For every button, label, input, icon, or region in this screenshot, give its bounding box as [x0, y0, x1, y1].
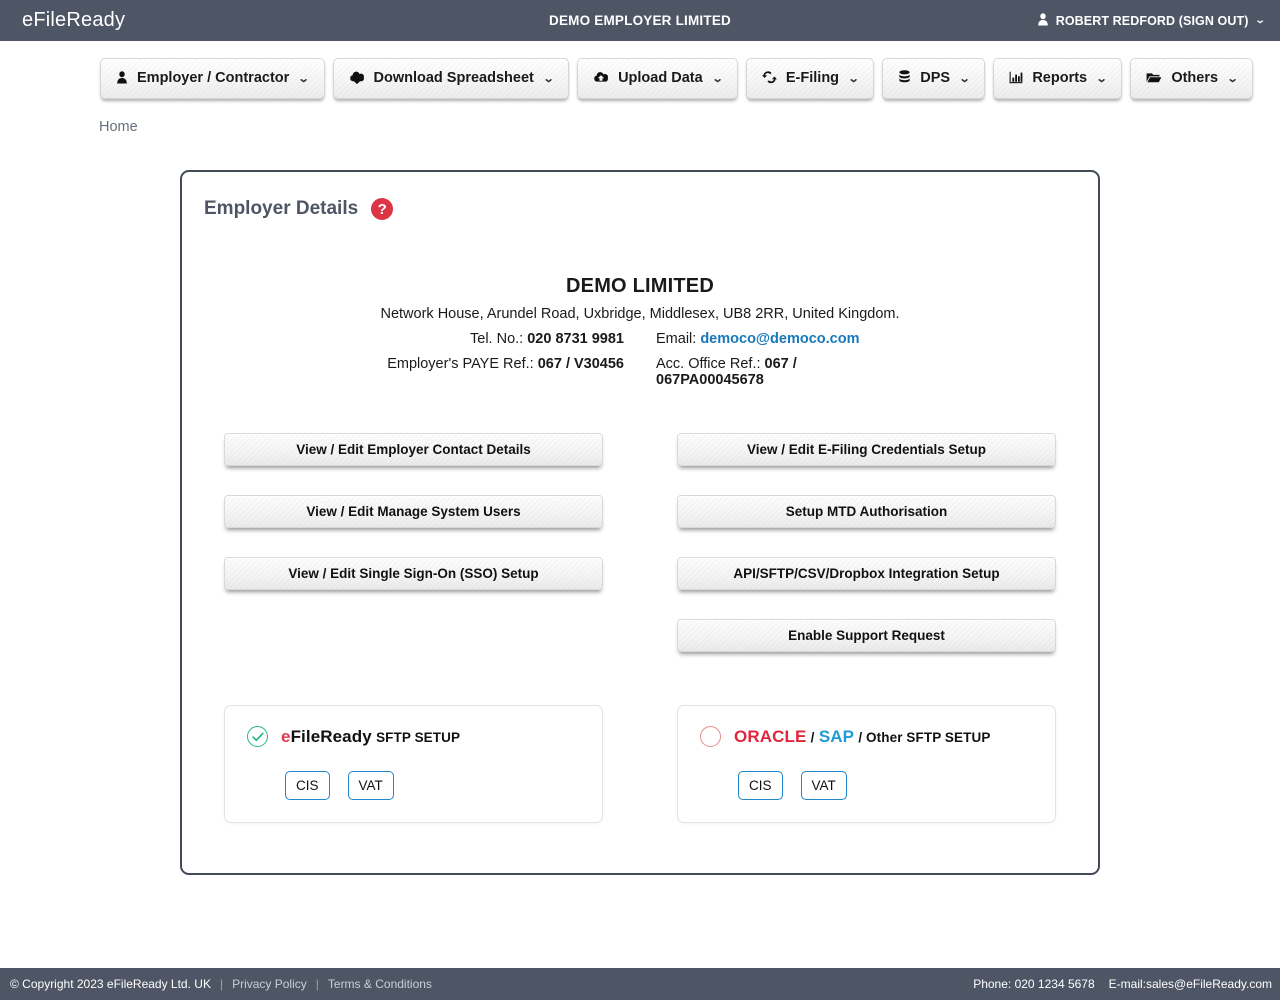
nav-label: Upload Data	[618, 70, 703, 86]
acc-office-ref-label: Acc. Office Ref.:	[656, 356, 761, 372]
footer-right: Phone: 020 1234 5678 E-mail:sales@eFileR…	[973, 977, 1272, 991]
card-title: eFileReady SFTP SETUP	[281, 727, 460, 747]
chevron-down-icon[interactable]: ⌄	[1254, 15, 1265, 26]
action-column-right: View / Edit E-Filing Credentials Setup S…	[677, 433, 1056, 652]
nav-label: Others	[1171, 70, 1219, 86]
nav-label: Download Spreadsheet	[373, 70, 534, 86]
page-footer: © Copyright 2023 eFileReady Ltd. UK | Pr…	[0, 968, 1280, 1000]
oracle-sap-other-sftp-setup-card[interactable]: ORACLE / SAP / Other SFTP SETUP CIS VAT	[677, 705, 1056, 823]
page-title-label: Employer Details	[204, 198, 359, 219]
card-header: ORACLE / SAP / Other SFTP SETUP	[700, 726, 1033, 747]
email-field: Email: democo@democo.com	[640, 331, 905, 347]
card-buttons: CIS VAT	[247, 771, 580, 800]
telephone-label: Tel. No.:	[470, 331, 524, 347]
sftp-setup-cards: eFileReady SFTP SETUP CIS VAT ORACLE / S…	[182, 705, 1098, 823]
nav-others[interactable]: Others ⌄	[1130, 57, 1254, 99]
main-navigation: Employer / Contractor ⌄ Download Spreads…	[0, 41, 1280, 103]
nav-label: DPS	[920, 70, 951, 86]
footer-email: E-mail:sales@eFileReady.com	[1108, 977, 1272, 991]
check-circle-icon[interactable]	[247, 726, 268, 747]
question-mark-icon[interactable]: ?	[371, 198, 394, 220]
user-menu[interactable]: ROBERT REDFORD (SIGN OUT) ⌄	[1037, 13, 1265, 28]
nav-upload-data[interactable]: Upload Data ⌄	[577, 57, 738, 99]
card-title-e: e	[281, 726, 291, 746]
chevron-down-icon: ⌄	[711, 72, 724, 85]
company-name: DEMO LIMITED	[566, 275, 714, 297]
footer-phone: Phone: 020 1234 5678	[973, 977, 1095, 991]
enable-support-request-button[interactable]: Enable Support Request	[677, 619, 1056, 652]
chevron-down-icon: ⌄	[1095, 72, 1108, 85]
chevron-down-icon: ⌄	[1226, 72, 1239, 85]
footer-left: © Copyright 2023 eFileReady Ltd. UK | Pr…	[10, 977, 432, 991]
email-label: Email:	[656, 331, 697, 347]
oracle-sap-vat-button[interactable]: VAT	[800, 771, 847, 800]
privacy-policy-link[interactable]: Privacy Policy	[232, 977, 307, 991]
api-sftp-csv-dropbox-integration-setup-button[interactable]: API/SFTP/CSV/Dropbox Integration Setup	[677, 557, 1056, 590]
nav-dps[interactable]: DPS ⌄	[882, 57, 986, 99]
view-edit-manage-system-users-button[interactable]: View / Edit Manage System Users	[224, 495, 603, 528]
card-title-sap: SAP	[818, 726, 855, 746]
chevron-down-icon: ⌄	[542, 72, 555, 85]
nav-reports[interactable]: Reports ⌄	[993, 57, 1123, 99]
card-buttons: CIS VAT	[700, 771, 1033, 800]
oracle-sap-cis-button[interactable]: CIS	[738, 771, 783, 800]
user-icon	[1037, 13, 1049, 28]
efileready-cis-button[interactable]: CIS	[285, 771, 330, 800]
nav-download-spreadsheet[interactable]: Download Spreadsheet ⌄	[332, 57, 570, 99]
copyright-text: © Copyright 2023 eFileReady Ltd. UK	[10, 977, 211, 991]
chevron-down-icon: ⌄	[297, 72, 310, 85]
efileready-vat-button[interactable]: VAT	[347, 771, 394, 800]
page-title: Employer Details ?	[182, 172, 1098, 220]
employer-details-panel: Employer Details ? DEMO LIMITED Network …	[180, 170, 1100, 875]
user-name-label: ROBERT REDFORD (SIGN OUT)	[1055, 13, 1249, 28]
exchange-arrows-icon	[761, 70, 777, 86]
setup-mtd-authorisation-button[interactable]: Setup MTD Authorisation	[677, 495, 1056, 528]
card-title-oracle: ORACLE	[734, 726, 807, 746]
company-refs-row: Employer's PAYE Ref.: 067 / V30456 Acc. …	[182, 356, 1098, 388]
footer-divider: |	[315, 977, 319, 991]
radio-unchecked-icon[interactable]	[700, 726, 721, 747]
chevron-down-icon: ⌄	[958, 72, 971, 85]
breadcrumb: Home	[0, 103, 1280, 135]
paye-ref-field: Employer's PAYE Ref.: 067 / V30456	[375, 356, 640, 388]
telephone-field: Tel. No.: 020 8731 9981	[375, 331, 640, 347]
breadcrumb-item-home[interactable]: Home	[99, 119, 138, 135]
card-title: ORACLE / SAP / Other SFTP SETUP	[734, 727, 990, 747]
chevron-down-icon: ⌄	[847, 72, 860, 85]
company-info: DEMO LIMITED Network House, Arundel Road…	[182, 275, 1098, 388]
database-icon	[898, 70, 911, 86]
card-title-suffix: / Other SFTP SETUP	[858, 729, 991, 745]
efileready-sftp-setup-card[interactable]: eFileReady SFTP SETUP CIS VAT	[224, 705, 603, 823]
company-address: Network House, Arundel Road, Uxbridge, M…	[380, 306, 900, 322]
cloud-download-icon	[349, 71, 365, 86]
acc-office-ref-field: Acc. Office Ref.: 067 / 067PA00045678	[640, 356, 905, 388]
action-button-grid: View / Edit Employer Contact Details Vie…	[182, 433, 1098, 652]
bar-chart-icon	[1009, 71, 1023, 86]
card-title-brand: FileReady	[290, 726, 372, 746]
nav-label: E-Filing	[785, 70, 840, 86]
view-edit-sso-setup-button[interactable]: View / Edit Single Sign-On (SSO) Setup	[224, 557, 603, 590]
footer-divider: |	[219, 977, 224, 991]
paye-ref-label: Employer's PAYE Ref.:	[387, 356, 534, 372]
card-header: eFileReady SFTP SETUP	[247, 726, 580, 747]
app-logo[interactable]: eFileReady	[22, 9, 125, 32]
nav-employer-contractor[interactable]: Employer / Contractor ⌄	[100, 57, 325, 99]
nav-label: Reports	[1032, 70, 1088, 86]
card-title-suffix: SFTP SETUP	[376, 729, 461, 745]
top-header-bar: eFileReady DEMO EMPLOYER LIMITED ROBERT …	[0, 0, 1280, 41]
cloud-upload-icon	[593, 71, 609, 86]
nav-label: Employer / Contractor	[137, 70, 290, 86]
folder-open-icon	[1146, 71, 1162, 86]
nav-e-filing[interactable]: E-Filing ⌄	[745, 57, 875, 99]
view-edit-employer-contact-details-button[interactable]: View / Edit Employer Contact Details	[224, 433, 603, 466]
action-column-left: View / Edit Employer Contact Details Vie…	[224, 433, 603, 652]
card-title-separator: /	[810, 729, 815, 745]
email-link[interactable]: democo@democo.com	[700, 331, 859, 347]
user-icon	[116, 70, 128, 86]
view-edit-efiling-credentials-setup-button[interactable]: View / Edit E-Filing Credentials Setup	[677, 433, 1056, 466]
company-contact-row: Tel. No.: 020 8731 9981 Email: democo@de…	[182, 331, 1098, 347]
paye-ref-value: 067 / V30456	[537, 356, 624, 372]
telephone-value: 020 8731 9981	[527, 331, 624, 347]
terms-conditions-link[interactable]: Terms & Conditions	[328, 977, 432, 991]
